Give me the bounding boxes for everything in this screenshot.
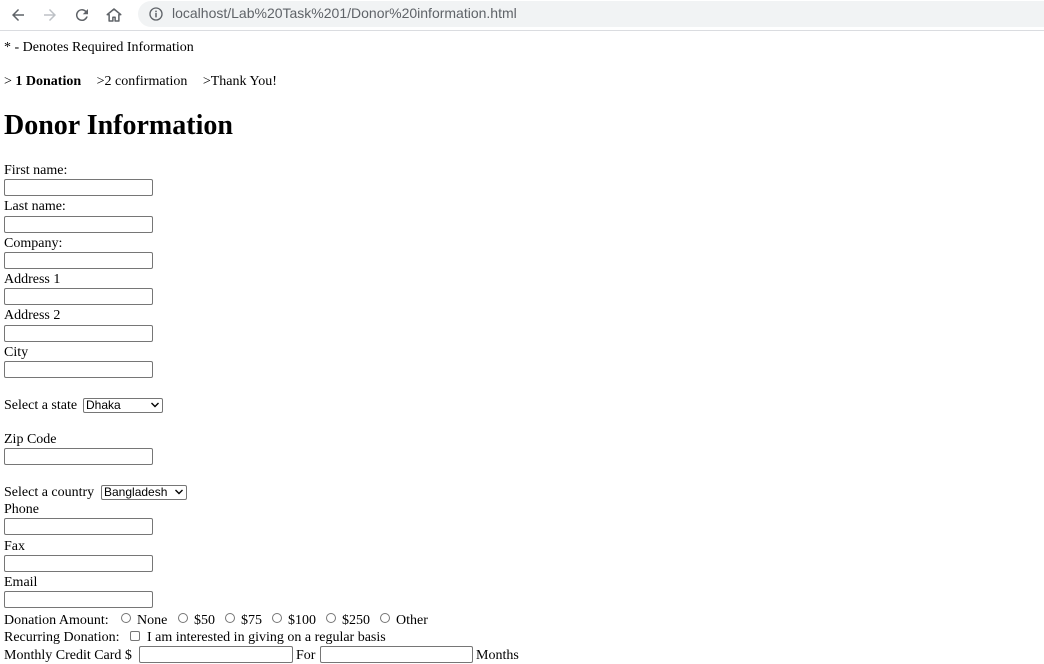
email-input[interactable] xyxy=(4,591,153,608)
donation-75-label: $75 xyxy=(241,613,262,628)
address2-input[interactable] xyxy=(4,325,153,342)
step-1-label: 1 Donation xyxy=(15,74,82,89)
zip-input[interactable] xyxy=(4,448,153,465)
state-label: Select a state xyxy=(4,398,78,413)
phone-label: Phone xyxy=(4,502,39,517)
last-name-label: Last name: xyxy=(4,199,66,214)
email-label: Email xyxy=(4,575,38,590)
company-label: Company: xyxy=(4,236,63,251)
url-text: localhost/Lab%20Task%201/Donor%20informa… xyxy=(172,5,517,21)
steps-breadcrumb: > 1 Donation >2 confirmation >Thank You! xyxy=(4,74,277,90)
city-input[interactable] xyxy=(4,361,153,378)
state-value: Dhaka xyxy=(86,398,121,412)
city-label: City xyxy=(4,345,29,360)
address-bar[interactable]: localhost/Lab%20Task%201/Donor%20informa… xyxy=(138,1,1044,27)
recurring-checkbox-label: I am interested in giving on a regular b… xyxy=(147,630,386,645)
browser-toolbar: localhost/Lab%20Task%201/Donor%20informa… xyxy=(0,0,1044,31)
country-value: Bangladesh xyxy=(104,485,168,499)
monthly-amount-input[interactable] xyxy=(139,646,293,663)
phone-input[interactable] xyxy=(4,518,153,535)
step-1-prefix: > xyxy=(4,74,16,89)
donation-none-label: None xyxy=(137,613,168,628)
chevron-down-icon xyxy=(151,402,159,408)
country-select[interactable]: Bangladesh xyxy=(101,485,187,500)
home-icon[interactable] xyxy=(102,3,126,27)
address1-input[interactable] xyxy=(4,288,153,305)
fax-input[interactable] xyxy=(4,555,153,572)
first-name-input[interactable] xyxy=(4,179,153,196)
fax-label: Fax xyxy=(4,539,25,554)
monthly-months-input[interactable] xyxy=(320,646,473,663)
address2-label: Address 2 xyxy=(4,308,61,323)
country-label: Select a country xyxy=(4,485,95,500)
back-icon[interactable] xyxy=(6,3,30,27)
donation-other-label: Other xyxy=(396,613,428,628)
info-icon[interactable] xyxy=(147,5,165,23)
required-note: * - Denotes Required Information xyxy=(4,40,194,55)
reload-icon[interactable] xyxy=(70,3,94,27)
step-3-label: >Thank You! xyxy=(202,74,277,89)
address1-label: Address 1 xyxy=(4,272,61,287)
page-title: Donor Information xyxy=(4,110,233,141)
zip-label: Zip Code xyxy=(4,432,57,447)
first-name-label: First name: xyxy=(4,163,68,178)
donation-50-label: $50 xyxy=(194,613,215,628)
donation-100-radio[interactable] xyxy=(272,613,282,623)
recurring-label: Recurring Donation: xyxy=(4,630,120,645)
donation-250-radio[interactable] xyxy=(326,613,336,623)
step-2-label: >2 confirmation xyxy=(96,74,188,89)
last-name-input[interactable] xyxy=(4,216,153,233)
donation-none-radio[interactable] xyxy=(121,613,131,623)
donation-other-radio[interactable] xyxy=(380,613,390,623)
state-select[interactable]: Dhaka xyxy=(83,398,163,413)
chevron-down-icon xyxy=(175,489,183,495)
company-input[interactable] xyxy=(4,252,153,269)
recurring-checkbox[interactable] xyxy=(130,631,140,641)
donation-amount-label: Donation Amount: xyxy=(4,613,109,628)
donation-50-radio[interactable] xyxy=(178,613,188,623)
donation-250-label: $250 xyxy=(342,613,370,628)
forward-icon[interactable] xyxy=(38,3,62,27)
donation-100-label: $100 xyxy=(288,613,316,628)
donation-75-radio[interactable] xyxy=(225,613,235,623)
